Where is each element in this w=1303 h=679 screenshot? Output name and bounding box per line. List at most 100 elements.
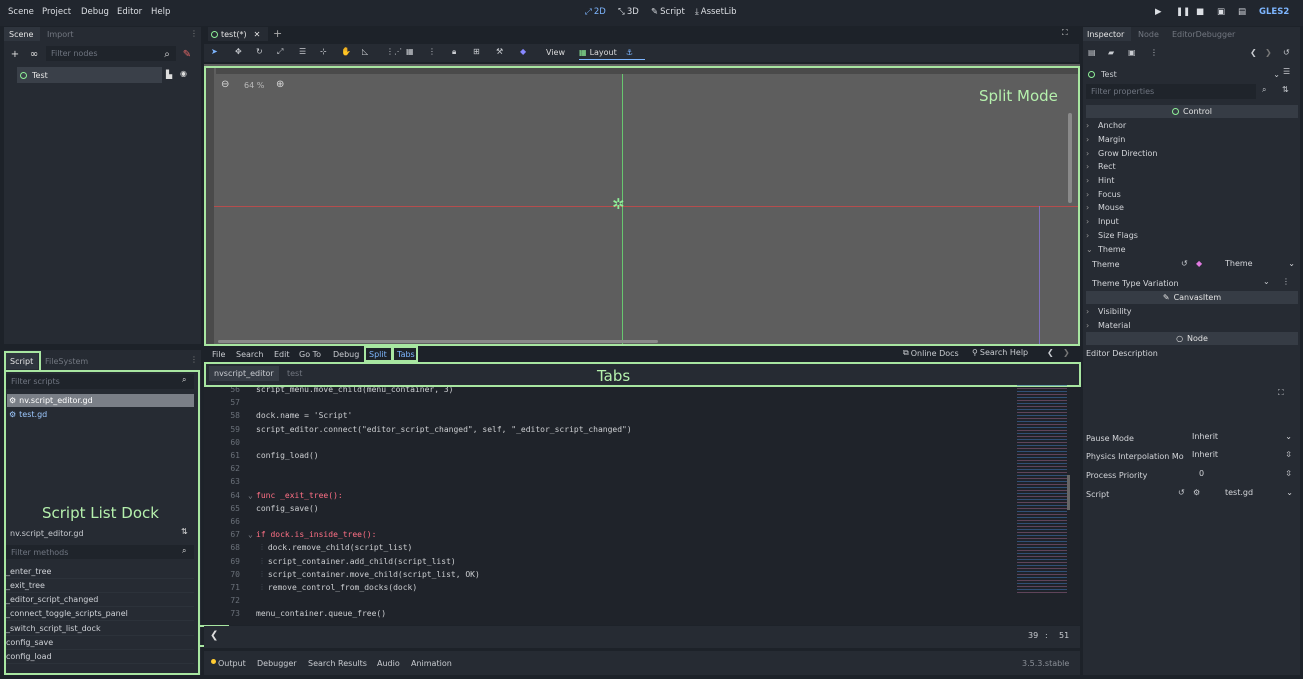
tab-editor-debugger[interactable]: EditorDebugger bbox=[1172, 30, 1235, 39]
bottom-tab-debugger[interactable]: Debugger bbox=[257, 659, 297, 668]
method-item[interactable]: config_save bbox=[6, 636, 194, 650]
menu-editor[interactable]: Editor bbox=[117, 7, 142, 17]
code-editor[interactable]: 56 script_menu.move_child(menu_container,… bbox=[204, 387, 1080, 625]
fold-icon[interactable]: ⌄ bbox=[248, 530, 256, 539]
link-icon[interactable]: ∞ bbox=[27, 47, 41, 61]
sort-icon[interactable]: ⇅ bbox=[181, 527, 188, 536]
group-focus[interactable]: › Focus bbox=[1086, 188, 1298, 201]
group-anchor[interactable]: › Anchor bbox=[1086, 119, 1298, 132]
tab-script[interactable]: Script bbox=[10, 357, 33, 366]
menu-debug[interactable]: Debug bbox=[81, 7, 109, 17]
control-anchor-icon[interactable]: ✲ bbox=[612, 195, 625, 213]
object-properties-icon[interactable]: ☰ bbox=[1283, 67, 1290, 76]
script-item-test[interactable]: ⚙ test.gd bbox=[7, 408, 194, 421]
menu-scene[interactable]: Scene bbox=[8, 7, 34, 17]
script-menu-tabs[interactable]: Tabs bbox=[397, 350, 415, 359]
rotate-tool-icon[interactable]: ↻ bbox=[256, 47, 263, 56]
tab-filesystem[interactable]: FileSystem bbox=[45, 357, 88, 366]
group-mouse[interactable]: › Mouse bbox=[1086, 201, 1298, 214]
fold-icon[interactable]: ⌄ bbox=[248, 491, 256, 500]
editor-description-textarea[interactable] bbox=[1086, 361, 1298, 425]
group-icon[interactable]: ⊞ bbox=[473, 47, 480, 56]
zoom-level[interactable]: 64 % bbox=[244, 81, 264, 90]
group-hint[interactable]: › Hint bbox=[1086, 174, 1298, 187]
save-icon[interactable]: ▣ bbox=[1128, 48, 1136, 57]
viewport-2d[interactable] bbox=[204, 64, 1080, 346]
search-help-button[interactable]: ⚲ Search Help bbox=[972, 348, 1028, 357]
group-margin[interactable]: › Margin bbox=[1086, 133, 1298, 146]
lock-icon[interactable]: 🔒︎ bbox=[452, 47, 456, 57]
scale-tool-icon[interactable]: ⤢ bbox=[277, 47, 283, 57]
stop-icon[interactable]: ■ bbox=[1196, 7, 1204, 17]
method-item[interactable]: _switch_script_list_dock bbox=[6, 622, 194, 636]
select-tool-icon[interactable]: ➤ bbox=[211, 47, 218, 56]
group-theme[interactable]: ⌄ Theme bbox=[1086, 243, 1298, 256]
group-material[interactable]: › Material bbox=[1086, 319, 1298, 332]
filter-scripts-input[interactable]: Filter scripts bbox=[6, 374, 194, 389]
back-icon[interactable]: ❮ bbox=[1250, 48, 1257, 57]
dock-menu-icon[interactable]: ⋮ bbox=[190, 29, 198, 38]
physics-interpolation-select[interactable]: Inherit ⇳ bbox=[1192, 450, 1292, 459]
section-canvasitem[interactable]: ✎ CanvasItem bbox=[1086, 291, 1298, 304]
forward-icon[interactable]: ❯ bbox=[1265, 48, 1272, 57]
list-select-icon[interactable]: ☰ bbox=[299, 47, 306, 56]
tab-import[interactable]: Import bbox=[47, 30, 74, 39]
theme-resource-picker[interactable]: Theme ⌄ bbox=[1225, 259, 1295, 268]
method-item[interactable]: _enter_tree bbox=[6, 565, 194, 579]
history-forward-icon[interactable]: ❯ bbox=[1063, 348, 1070, 357]
filter-nodes-input[interactable]: Filter nodes bbox=[46, 46, 176, 61]
snap-icon[interactable]: ⋮⋰ bbox=[386, 47, 402, 56]
script-tab-test[interactable]: test bbox=[287, 369, 302, 378]
group-grow-direction[interactable]: › Grow Direction bbox=[1086, 147, 1298, 160]
revert-icon[interactable]: ↺ bbox=[1178, 488, 1185, 497]
renderer-select[interactable]: GLES2 bbox=[1259, 7, 1289, 17]
script-item-nv-script-editor[interactable]: ⚙ nv.script_editor.gd bbox=[7, 394, 194, 407]
view-menu[interactable]: View bbox=[546, 48, 565, 57]
bottom-tab-output[interactable]: Output bbox=[218, 659, 246, 668]
viewport-scrollbar-v[interactable] bbox=[1068, 113, 1072, 203]
inspector-object-selector[interactable]: Test ⌄ bbox=[1086, 67, 1298, 81]
script-menu-file[interactable]: File bbox=[212, 350, 225, 359]
tab-inspector[interactable]: Inspector bbox=[1087, 30, 1124, 39]
method-item[interactable]: _editor_script_changed bbox=[6, 593, 194, 607]
layout-menu[interactable]: ▦ Layout ⚓︎ bbox=[579, 46, 645, 60]
bottom-tab-search-results[interactable]: Search Results bbox=[308, 659, 367, 668]
script-menu-debug[interactable]: Debug bbox=[333, 350, 359, 359]
more-icon[interactable]: ⋮ bbox=[1150, 48, 1158, 57]
viewport-scrollbar-h[interactable] bbox=[218, 340, 658, 343]
group-input[interactable]: › Input bbox=[1086, 215, 1298, 228]
group-size-flags[interactable]: › Size Flags bbox=[1086, 229, 1298, 242]
zoom-in-icon[interactable]: ⊕ bbox=[276, 79, 284, 90]
expand-icon[interactable]: ⛶ bbox=[1278, 388, 1284, 398]
ruler-tool-icon[interactable]: ◺ bbox=[362, 47, 368, 56]
online-docs-button[interactable]: ⧉ Online Docs bbox=[903, 348, 959, 358]
play-scene-icon[interactable]: ▣ bbox=[1217, 7, 1225, 17]
method-item[interactable]: _connect_toggle_scripts_panel bbox=[6, 607, 194, 621]
script-resource-picker[interactable]: test.gd ⌄ bbox=[1225, 488, 1293, 497]
play-icon[interactable]: ▶ bbox=[1155, 7, 1162, 17]
tab-node[interactable]: Node bbox=[1138, 30, 1159, 39]
scene-tree-root-node[interactable]: Test bbox=[17, 67, 162, 83]
open-folder-icon[interactable]: ▰ bbox=[1108, 48, 1114, 57]
section-node[interactable]: ○ Node bbox=[1086, 332, 1298, 345]
script-menu-search[interactable]: Search bbox=[236, 350, 263, 359]
section-control[interactable]: Control bbox=[1086, 105, 1298, 118]
script-icon[interactable]: ▙ bbox=[166, 70, 172, 79]
camera-override-icon[interactable]: ◆ bbox=[520, 47, 526, 56]
method-item[interactable]: config_load bbox=[6, 650, 194, 664]
workspace-script-button[interactable]: ✎ Script bbox=[651, 7, 685, 17]
history-back-icon[interactable]: ❮ bbox=[1047, 348, 1054, 357]
bottom-tab-animation[interactable]: Animation bbox=[411, 659, 452, 668]
close-icon[interactable]: ✕ bbox=[254, 30, 261, 39]
scene-tab-test[interactable]: test(*) ✕ bbox=[208, 27, 268, 41]
add-node-icon[interactable]: + bbox=[8, 47, 22, 61]
menu-project[interactable]: Project bbox=[42, 7, 71, 17]
visibility-eye-icon[interactable]: ◉ bbox=[180, 69, 187, 78]
revert-icon[interactable]: ↺ bbox=[1181, 259, 1188, 268]
toggle-scripts-panel-icon[interactable]: ❮ bbox=[210, 630, 218, 641]
more-icon[interactable]: ⋮ bbox=[1282, 277, 1290, 286]
filter-methods-input[interactable]: Filter methods bbox=[6, 545, 194, 559]
grid-snap-icon[interactable]: ▦ bbox=[406, 47, 414, 56]
script-menu-edit[interactable]: Edit bbox=[274, 350, 290, 359]
more-options-icon[interactable]: ⋮ bbox=[428, 47, 436, 56]
